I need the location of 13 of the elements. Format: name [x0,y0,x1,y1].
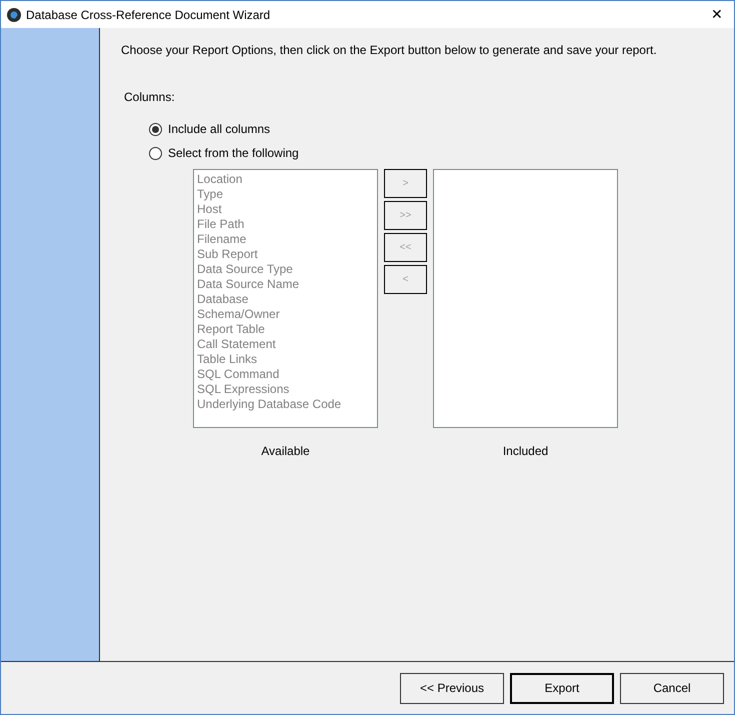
footer-button[interactable]: Export [510,672,614,704]
window-title: Database Cross-Reference Document Wizard [26,6,270,24]
available-caption: Available [261,443,310,460]
columns-label: Columns: [124,89,175,106]
included-list[interactable] [433,169,618,428]
instructions-text: Choose your Report Options, then click on the Export button below to generate and save your report. [121,42,658,59]
footer-button[interactable]: << Previous [400,672,504,704]
app-icon [7,8,21,22]
radio-option[interactable]: Select from the following [149,145,299,161]
close-button[interactable]: ✕ [702,1,732,28]
footer-button[interactable]: Cancel [620,672,724,704]
radio-option[interactable]: Include all columns [149,121,270,137]
included-caption: Included [502,443,548,460]
